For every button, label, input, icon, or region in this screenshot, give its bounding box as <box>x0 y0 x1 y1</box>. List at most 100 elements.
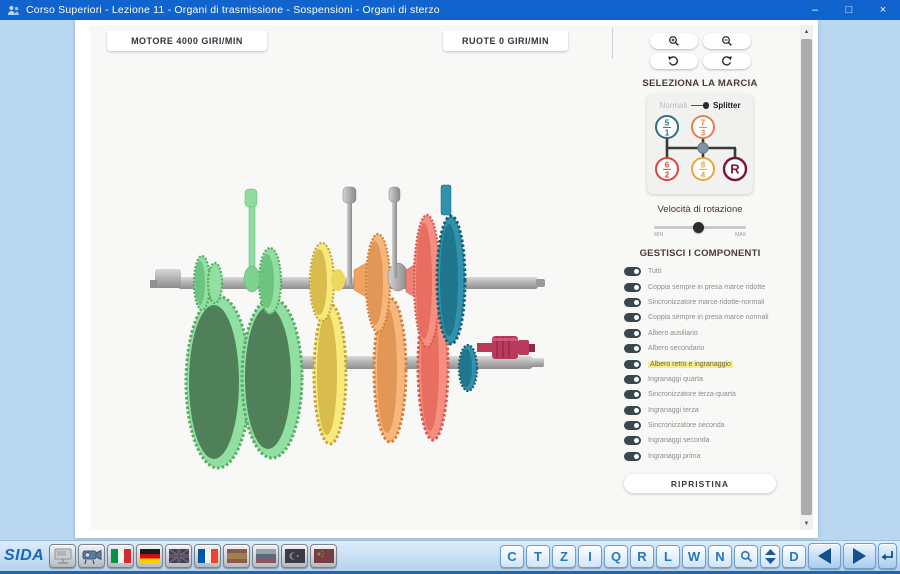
gear-teal-small <box>459 345 477 391</box>
gear-7-3[interactable]: 7 3 <box>692 116 714 138</box>
c-key-button[interactable]: C <box>500 545 524 568</box>
minimize-button[interactable]: – <box>798 0 832 20</box>
projector-button[interactable] <box>78 544 105 568</box>
component-row-6: Albero retro e ingranaggio <box>624 356 776 371</box>
projector-icon <box>82 548 102 565</box>
toggle-switch[interactable] <box>624 360 641 369</box>
forward-button[interactable] <box>843 543 876 569</box>
titlebar: Corso Superiori - Lezione 11 - Organi di… <box>0 0 900 20</box>
zoom-in-button[interactable] <box>650 33 698 49</box>
zoom-in-icon <box>668 35 680 47</box>
flag-russia-button[interactable] <box>252 544 279 568</box>
d-key-button[interactable]: D <box>782 545 806 568</box>
flag-china-button[interactable] <box>310 544 337 568</box>
q-key-button[interactable]: Q <box>604 545 628 568</box>
slider-thumb[interactable] <box>693 222 704 233</box>
mode-splitter-label[interactable]: Splitter <box>713 101 741 110</box>
gear-yellow-large <box>314 304 346 444</box>
gear-reverse[interactable]: R <box>724 158 746 180</box>
back-arrow-icon <box>817 548 832 564</box>
w-key-button[interactable]: W <box>682 545 706 568</box>
flag-crescent-button[interactable] <box>281 544 308 568</box>
component-row-0: Tutti <box>624 264 776 279</box>
wheels-rpm-button[interactable]: RUOTE 0 GIRI/MIN <box>443 30 568 51</box>
component-row-12: Ingranaggi prima <box>624 449 776 464</box>
flag-spain-button[interactable] <box>223 544 250 568</box>
toggle-switch[interactable] <box>624 267 641 276</box>
mode-toggle[interactable] <box>691 102 709 109</box>
back-button[interactable] <box>808 543 841 569</box>
close-button[interactable]: × <box>866 0 900 20</box>
gear-green-small-pair <box>194 256 222 310</box>
r-key-button[interactable]: R <box>630 545 654 568</box>
toggle-label: Ingranaggi prima <box>648 453 701 460</box>
toggle-label: Tutti <box>648 268 661 275</box>
rotate-left-icon <box>667 55 680 67</box>
toggle-label: Coppia sempre in presa marce normali <box>648 314 769 321</box>
slider-min-label: MIN <box>654 232 663 238</box>
gear-5-1[interactable]: 5 1 <box>656 116 678 138</box>
search-icon <box>740 550 753 563</box>
scrollbar[interactable]: ▲ ▼ <box>800 25 813 530</box>
gear-green-large-2 <box>242 298 302 458</box>
reset-button[interactable]: RIPRISTINA <box>624 474 776 493</box>
italy-flag-icon <box>111 549 131 563</box>
zoom-out-button[interactable] <box>703 33 751 49</box>
flag-germany-button[interactable] <box>136 544 163 568</box>
component-row-10: Sincronizzatore seconda <box>624 418 776 433</box>
t-key-button[interactable]: T <box>526 545 550 568</box>
scroll-down-icon[interactable]: ▼ <box>800 517 813 530</box>
enter-button[interactable] <box>878 543 897 569</box>
toggle-label: Ingranaggi seconda <box>648 437 710 444</box>
flag-uk-button[interactable] <box>165 544 192 568</box>
gear-knob[interactable] <box>698 143 708 153</box>
up-down-spinner-icon <box>765 549 776 564</box>
toggle-switch[interactable] <box>624 452 641 461</box>
flag-italy-button[interactable] <box>107 544 134 568</box>
toggle-switch[interactable] <box>624 298 641 307</box>
gear-6-2[interactable]: 6 2 <box>656 158 678 180</box>
toggle-label: Albero secondario <box>648 345 704 352</box>
l-key-button[interactable]: L <box>656 545 680 568</box>
gear-8-4[interactable]: 8 4 <box>692 158 714 180</box>
gear-panel-title: SELEZIONA LA MARCIA <box>642 78 757 89</box>
gear-selector: Normali Splitter 5 <box>647 94 753 194</box>
component-row-4: Albero ausiliario <box>624 326 776 341</box>
toggle-switch[interactable] <box>624 421 641 430</box>
toggle-switch[interactable] <box>624 406 641 415</box>
flag-france-button[interactable] <box>194 544 221 568</box>
n-key-button[interactable]: N <box>708 545 732 568</box>
toggle-switch[interactable] <box>624 436 641 445</box>
i-key-button[interactable]: I <box>578 545 602 568</box>
gear-teal-large <box>437 185 465 344</box>
toggle-switch[interactable] <box>624 329 641 338</box>
rotation-speed-label: Velocità di rotazione <box>657 204 742 215</box>
svg-text:1: 1 <box>665 129 670 138</box>
toggle-switch[interactable] <box>624 375 641 384</box>
maximize-button[interactable]: □ <box>832 0 866 20</box>
toggle-switch[interactable] <box>624 283 641 292</box>
search-key-button[interactable] <box>734 545 758 568</box>
svg-text:8: 8 <box>701 161 706 170</box>
divider <box>612 28 613 59</box>
gearbox-3d-view[interactable] <box>148 155 578 485</box>
gear-green-large-1 <box>186 296 250 468</box>
mode-normali-label[interactable]: Normali <box>659 101 687 110</box>
toggle-switch[interactable] <box>624 344 641 353</box>
component-row-7: Ingranaggi quarta <box>624 372 776 387</box>
z-key-button[interactable]: Z <box>552 545 576 568</box>
scroll-up-icon[interactable]: ▲ <box>800 25 813 38</box>
rotation-speed-slider[interactable]: MIN MAX <box>654 222 746 236</box>
rotate-right-button[interactable] <box>703 53 751 69</box>
toggle-switch[interactable] <box>624 313 641 322</box>
engine-rpm-button[interactable]: MOTORE 4000 GIRI/MIN <box>107 30 267 51</box>
whiteboard-button[interactable] <box>49 544 76 568</box>
toggle-switch[interactable] <box>624 390 641 399</box>
shaft-collar <box>388 263 408 291</box>
rotate-right-icon <box>720 55 733 67</box>
scrollbar-thumb[interactable] <box>801 39 812 515</box>
gear-green-medium <box>259 248 281 314</box>
rotate-left-button[interactable] <box>650 53 698 69</box>
spinner-key-button[interactable] <box>760 545 780 568</box>
simulation-viewport[interactable]: MOTORE 4000 GIRI/MIN RUOTE 0 GIRI/MIN <box>90 25 800 530</box>
